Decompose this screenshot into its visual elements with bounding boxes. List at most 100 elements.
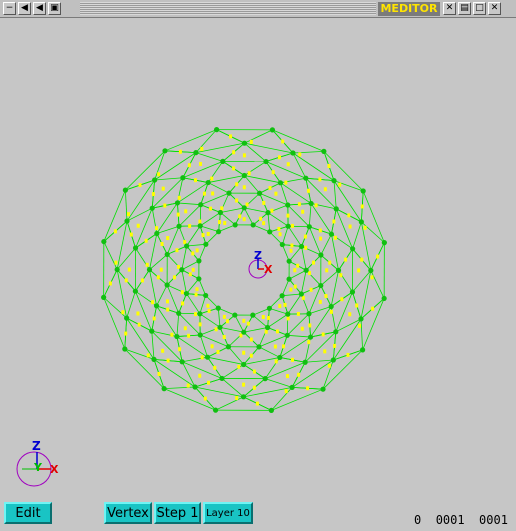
mesh-vertex[interactable] bbox=[306, 224, 312, 230]
mesh-vertex[interactable] bbox=[321, 148, 327, 154]
mesh-vertex[interactable] bbox=[279, 293, 285, 299]
mesh-vertex[interactable] bbox=[358, 316, 364, 322]
step-button[interactable]: Step 1 bbox=[154, 502, 201, 524]
mesh-vertex[interactable] bbox=[193, 150, 199, 156]
mesh-vertex[interactable] bbox=[192, 384, 198, 390]
mesh-vertex[interactable] bbox=[303, 175, 309, 181]
mesh-vertex[interactable] bbox=[285, 223, 291, 229]
mesh-vertex[interactable] bbox=[203, 241, 209, 247]
mesh-vertex[interactable] bbox=[289, 384, 295, 390]
mesh-vertex[interactable] bbox=[318, 282, 324, 289]
mesh-vertex[interactable] bbox=[124, 218, 130, 224]
mesh-vertex[interactable] bbox=[226, 190, 232, 196]
mesh-vertex[interactable] bbox=[381, 240, 387, 246]
3d-viewport[interactable]: Z X Z Y X bbox=[4, 19, 512, 497]
mesh-vertex[interactable] bbox=[333, 206, 339, 212]
menu-icon[interactable]: − bbox=[3, 2, 16, 15]
mesh-vertex[interactable] bbox=[196, 276, 202, 282]
maximize-icon[interactable]: □ bbox=[473, 2, 486, 15]
mesh-vertex[interactable] bbox=[196, 258, 202, 264]
mesh-vertex[interactable] bbox=[197, 311, 203, 317]
mesh-canvas[interactable]: Z X Z Y X bbox=[4, 19, 512, 497]
mesh-vertex[interactable] bbox=[360, 347, 366, 353]
mesh-vertex[interactable] bbox=[349, 289, 356, 295]
stick-icon[interactable]: ▣ bbox=[48, 2, 61, 15]
mesh-vertex[interactable] bbox=[302, 359, 308, 365]
mesh-vertex[interactable] bbox=[101, 238, 107, 245]
mesh-vertex[interactable] bbox=[308, 200, 314, 207]
shade-left-icon[interactable]: ◀ bbox=[18, 2, 31, 15]
mesh-vertex[interactable] bbox=[219, 375, 225, 382]
mesh-vertex[interactable] bbox=[215, 229, 222, 235]
mesh-vertex[interactable] bbox=[256, 344, 262, 350]
mesh-vertex[interactable] bbox=[328, 231, 335, 237]
mesh-vertex[interactable] bbox=[264, 324, 271, 331]
mesh-vertex[interactable] bbox=[220, 158, 226, 164]
mesh-vertex[interactable] bbox=[184, 243, 190, 249]
mesh-vertex[interactable] bbox=[241, 140, 248, 146]
mesh-vertex[interactable] bbox=[122, 187, 128, 193]
titlebar-drag-area[interactable] bbox=[80, 2, 376, 15]
mesh-vertex[interactable] bbox=[241, 329, 247, 335]
mesh-vertex[interactable] bbox=[306, 311, 312, 317]
mesh-vertex[interactable] bbox=[214, 127, 220, 133]
mesh-vertex[interactable] bbox=[284, 332, 290, 338]
mesh-vertex[interactable] bbox=[286, 258, 292, 264]
mesh-vertex[interactable] bbox=[279, 241, 285, 248]
mesh-vertex[interactable] bbox=[335, 267, 342, 273]
mesh-vertex[interactable] bbox=[250, 222, 256, 228]
mesh-vertex[interactable] bbox=[154, 230, 160, 237]
mesh-vertex[interactable] bbox=[320, 386, 326, 392]
mesh-vertex[interactable] bbox=[198, 202, 204, 208]
vertex-button[interactable]: Vertex bbox=[104, 502, 152, 524]
mesh-vertex[interactable] bbox=[290, 150, 296, 156]
edit-button[interactable]: Edit bbox=[4, 502, 52, 524]
mesh-vertex[interactable] bbox=[330, 357, 336, 363]
mesh-vertex[interactable] bbox=[360, 188, 366, 194]
mesh-vertex[interactable] bbox=[262, 376, 268, 382]
mesh-vertex[interactable] bbox=[179, 267, 185, 273]
mesh-vertex[interactable] bbox=[350, 246, 356, 252]
mesh-vertex[interactable] bbox=[152, 177, 158, 183]
mesh-vertex[interactable] bbox=[217, 209, 224, 216]
mesh-vertex[interactable] bbox=[146, 267, 153, 273]
mesh-vertex[interactable] bbox=[215, 305, 221, 311]
mesh-vertex[interactable] bbox=[285, 311, 291, 317]
mesh-vertex[interactable] bbox=[286, 276, 292, 282]
mesh-vertex[interactable] bbox=[263, 158, 269, 165]
mesh-vertex[interactable] bbox=[232, 312, 238, 318]
mesh-vertex[interactable] bbox=[149, 205, 155, 211]
mesh-vertex[interactable] bbox=[164, 282, 170, 288]
mesh-vertex[interactable] bbox=[132, 245, 139, 251]
mesh-vertex[interactable] bbox=[269, 127, 276, 133]
mesh-vertex[interactable] bbox=[232, 222, 238, 228]
iconify-icon[interactable]: ▤ bbox=[458, 2, 471, 15]
mesh-vertex[interactable] bbox=[268, 407, 274, 413]
mesh-vertex[interactable] bbox=[241, 361, 247, 368]
mesh-vertex[interactable] bbox=[250, 312, 256, 318]
mesh-vertex[interactable] bbox=[132, 288, 138, 294]
mesh-vertex[interactable] bbox=[241, 172, 247, 179]
mesh-vertex[interactable] bbox=[333, 329, 339, 335]
mesh-vertex[interactable] bbox=[368, 267, 374, 274]
mesh-vertex[interactable] bbox=[241, 205, 247, 211]
mesh-vertex[interactable] bbox=[203, 292, 209, 299]
mesh-vertex[interactable] bbox=[197, 332, 203, 338]
mesh-vertex[interactable] bbox=[183, 290, 190, 297]
mesh-vertex[interactable] bbox=[114, 266, 120, 273]
mesh-vertex[interactable] bbox=[381, 295, 387, 302]
mesh-vertex[interactable] bbox=[285, 202, 291, 208]
mesh-vertex[interactable] bbox=[240, 394, 247, 400]
close-small-icon[interactable]: ✕ bbox=[443, 2, 456, 15]
mesh-vertex[interactable] bbox=[298, 291, 304, 297]
mesh-vertex[interactable] bbox=[217, 324, 223, 330]
mesh-vertex[interactable] bbox=[225, 344, 232, 350]
mesh-vertex[interactable] bbox=[124, 315, 130, 321]
mesh-vertex[interactable] bbox=[212, 407, 219, 413]
move-left-icon[interactable]: ◀ bbox=[33, 2, 46, 15]
mesh-vertex[interactable] bbox=[318, 252, 324, 258]
close-icon[interactable]: ✕ bbox=[488, 2, 501, 15]
mesh-vertex[interactable] bbox=[204, 354, 211, 360]
mesh-vertex[interactable] bbox=[328, 303, 334, 310]
mesh-vertex[interactable] bbox=[180, 175, 186, 181]
